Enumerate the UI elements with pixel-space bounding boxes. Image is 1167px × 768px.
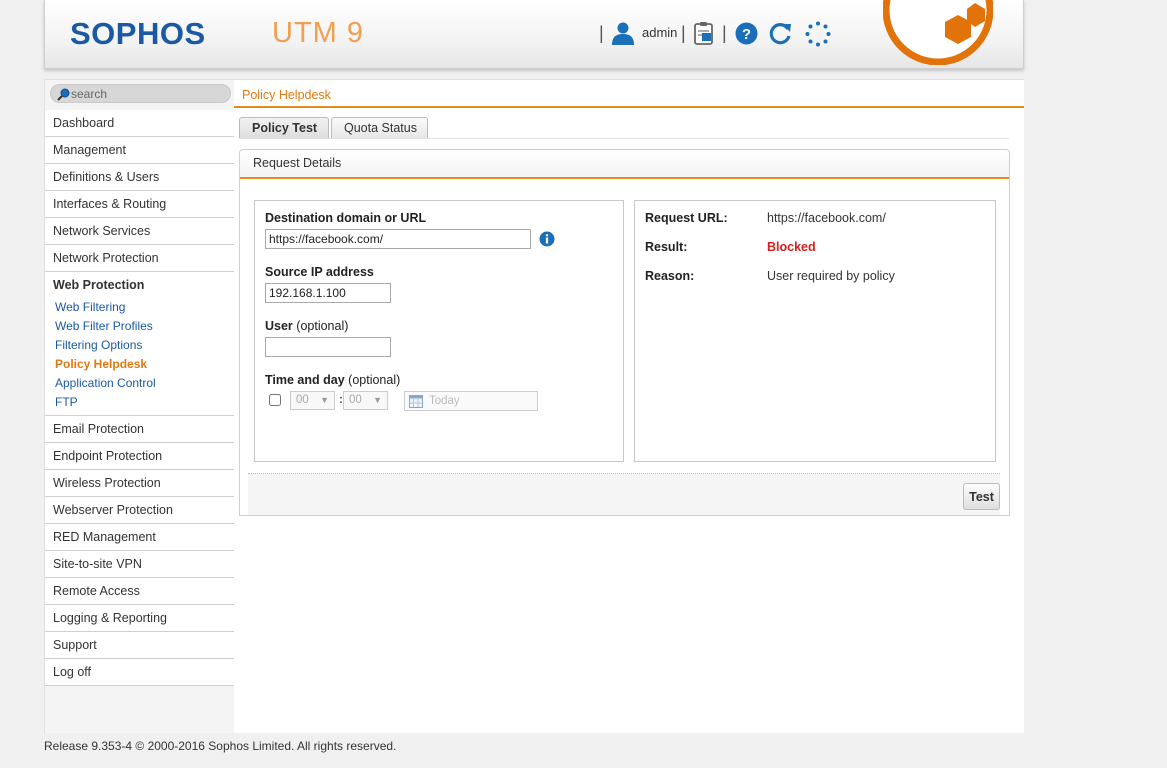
sophos-logo-text: SOPHOS bbox=[70, 16, 206, 51]
search-input[interactable] bbox=[71, 86, 226, 102]
sidebar-subitem-application-control[interactable]: Application Control bbox=[45, 374, 234, 393]
sidebar-item-dashboard[interactable]: Dashboard bbox=[45, 110, 234, 137]
time-enable-checkbox[interactable] bbox=[269, 394, 281, 406]
hour-select[interactable]: 00 ▼ bbox=[290, 391, 335, 410]
breadcrumb: Policy Helpdesk bbox=[234, 80, 1024, 108]
sidebar-item-red-management[interactable]: RED Management bbox=[45, 524, 234, 551]
tab-policy-test[interactable]: Policy Test bbox=[239, 117, 329, 139]
sidebar-item-wireless-protection[interactable]: Wireless Protection bbox=[45, 470, 234, 497]
result-status-value: Blocked bbox=[767, 240, 816, 254]
sidebar-item-log-off[interactable]: Log off bbox=[45, 659, 234, 686]
user-icon[interactable] bbox=[611, 21, 635, 45]
sidebar-item-site-to-site-vpn[interactable]: Site-to-site VPN bbox=[45, 551, 234, 578]
content-area: Policy Helpdesk Policy Test Quota Status… bbox=[234, 80, 1024, 733]
clipboard-icon[interactable] bbox=[693, 21, 715, 45]
sidebar-item-support[interactable]: Support bbox=[45, 632, 234, 659]
user-label: User (optional) bbox=[265, 319, 348, 333]
sidebar-item-interfaces-routing[interactable]: Interfaces & Routing bbox=[45, 191, 234, 218]
result-label: Result: bbox=[645, 240, 688, 254]
svg-text:?: ? bbox=[742, 26, 751, 43]
source-ip-label: Source IP address bbox=[265, 265, 374, 279]
sidebar-subitem-web-filter-profiles[interactable]: Web Filter Profiles bbox=[45, 317, 234, 336]
help-icon[interactable]: ? bbox=[735, 22, 758, 45]
sidebar-section-web-protection: Web Protection Web Filtering Web Filter … bbox=[45, 272, 234, 416]
tab-quota-status[interactable]: Quota Status bbox=[331, 117, 428, 139]
destination-url-input[interactable] bbox=[265, 229, 531, 249]
sidebar-item-logging-reporting[interactable]: Logging & Reporting bbox=[45, 605, 234, 632]
user-input[interactable] bbox=[265, 337, 391, 357]
app-header: SOPHOS UTM 9 | admin | | ? bbox=[44, 0, 1024, 69]
request-url-value: https://facebook.com/ bbox=[767, 211, 886, 225]
sidebar-subitem-policy-helpdesk[interactable]: Policy Helpdesk bbox=[45, 355, 234, 374]
chevron-down-icon: ▼ bbox=[373, 395, 382, 405]
header-separator: | bbox=[599, 23, 604, 43]
admin-user-label[interactable]: admin bbox=[642, 25, 677, 40]
minute-value: 00 bbox=[349, 394, 362, 406]
reason-value: User required by policy bbox=[767, 269, 895, 283]
sidebar-item-definitions-users[interactable]: Definitions & Users bbox=[45, 164, 234, 191]
reason-label: Reason: bbox=[645, 269, 695, 283]
sidebar-nav: Dashboard Management Definitions & Users… bbox=[45, 110, 234, 686]
request-details-panel: Request Details Destination domain or UR… bbox=[239, 149, 1010, 516]
request-form: Destination domain or URL Source IP addr… bbox=[254, 200, 624, 462]
sidebar-item-network-services[interactable]: Network Services bbox=[45, 218, 234, 245]
date-field[interactable]: Today bbox=[404, 391, 538, 411]
sidebar-item-web-protection[interactable]: Web Protection bbox=[45, 272, 234, 298]
sidebar-item-webserver-protection[interactable]: Webserver Protection bbox=[45, 497, 234, 524]
test-button[interactable]: Test bbox=[963, 483, 1000, 510]
product-name: UTM 9 bbox=[272, 17, 364, 49]
sidebar-subitem-web-filtering[interactable]: Web Filtering bbox=[45, 298, 234, 317]
search-icon bbox=[57, 88, 70, 101]
user-label-text: User bbox=[265, 319, 293, 333]
search-box[interactable] bbox=[50, 84, 231, 103]
source-ip-input[interactable] bbox=[265, 283, 391, 303]
hour-value: 00 bbox=[296, 394, 309, 406]
sidebar-subitem-filtering-options[interactable]: Filtering Options bbox=[45, 336, 234, 355]
date-placeholder: Today bbox=[429, 395, 460, 407]
loading-spinner-icon bbox=[805, 21, 831, 47]
user-optional-text: (optional) bbox=[296, 319, 349, 333]
main-container: Dashboard Management Definitions & Users… bbox=[44, 79, 1024, 733]
info-icon[interactable] bbox=[539, 231, 555, 247]
destination-label: Destination domain or URL bbox=[265, 211, 427, 225]
sidebar-item-network-protection[interactable]: Network Protection bbox=[45, 245, 234, 272]
header-separator: | bbox=[681, 23, 686, 43]
sidebar-item-email-protection[interactable]: Email Protection bbox=[45, 416, 234, 443]
time-optional-text: (optional) bbox=[348, 373, 401, 387]
panel-title: Request Details bbox=[240, 150, 1009, 179]
request-url-label: Request URL: bbox=[645, 211, 728, 225]
minute-select[interactable]: 00 ▼ bbox=[343, 391, 388, 410]
calendar-icon[interactable] bbox=[409, 394, 423, 408]
sidebar-item-remote-access[interactable]: Remote Access bbox=[45, 578, 234, 605]
tab-bar-divider bbox=[239, 138, 1009, 139]
chevron-down-icon: ▼ bbox=[320, 395, 329, 405]
sidebar-item-management[interactable]: Management bbox=[45, 137, 234, 164]
sidebar: Dashboard Management Definitions & Users… bbox=[45, 80, 234, 733]
sophos-logo-mark bbox=[883, 0, 993, 65]
time-day-label-text: Time and day bbox=[265, 373, 345, 387]
release-footer: Release 9.353-4 © 2000-2016 Sophos Limit… bbox=[44, 739, 397, 753]
header-separator: | bbox=[722, 23, 727, 43]
refresh-icon[interactable] bbox=[768, 21, 793, 46]
sidebar-item-endpoint-protection[interactable]: Endpoint Protection bbox=[45, 443, 234, 470]
test-result-box: Request URL: https://facebook.com/ Resul… bbox=[634, 200, 996, 462]
panel-footer: Test bbox=[248, 473, 1000, 515]
sidebar-subitem-ftp[interactable]: FTP bbox=[45, 393, 234, 412]
time-day-label: Time and day (optional) bbox=[265, 373, 400, 387]
